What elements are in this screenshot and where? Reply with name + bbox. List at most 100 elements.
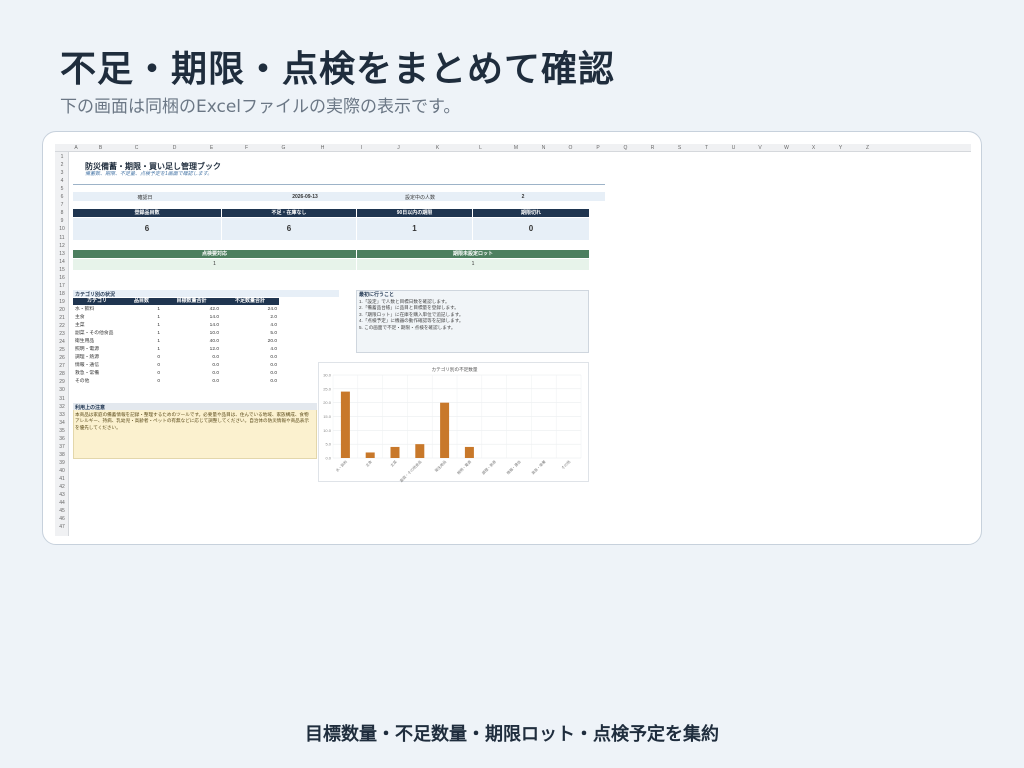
row-header[interactable]: 42 <box>55 484 69 490</box>
category-value-cell[interactable]: 10.0 <box>162 330 219 337</box>
row-header[interactable]: 28 <box>55 371 69 377</box>
column-header-m[interactable]: M <box>502 145 530 151</box>
row-header[interactable]: 38 <box>55 452 69 458</box>
row-header[interactable]: 10 <box>55 226 69 232</box>
column-header-i[interactable]: I <box>342 145 381 151</box>
row-header[interactable]: 15 <box>55 267 69 273</box>
column-header-o[interactable]: O <box>557 145 584 151</box>
row-header[interactable]: 2 <box>55 162 69 168</box>
column-header-b[interactable]: B <box>83 145 118 151</box>
category-value-cell[interactable]: 0.0 <box>162 362 219 369</box>
column-header-f[interactable]: F <box>229 145 264 151</box>
category-value-cell[interactable]: 0.0 <box>162 354 219 361</box>
row-header[interactable]: 25 <box>55 347 69 353</box>
category-value-cell[interactable]: 5.0 <box>221 330 277 337</box>
row-header[interactable]: 30 <box>55 387 69 393</box>
row-header[interactable]: 11 <box>55 235 69 241</box>
row-header[interactable]: 34 <box>55 420 69 426</box>
row-header[interactable]: 46 <box>55 516 69 522</box>
category-name-cell[interactable]: 主食 <box>75 314 121 321</box>
column-header-z[interactable]: Z <box>854 145 881 151</box>
category-value-cell[interactable]: 20.0 <box>221 338 277 345</box>
row-header[interactable]: 36 <box>55 436 69 442</box>
category-value-cell[interactable]: 1 <box>121 306 160 313</box>
column-header-h[interactable]: H <box>303 145 342 151</box>
category-value-cell[interactable]: 0.0 <box>162 370 219 377</box>
column-header-p[interactable]: P <box>584 145 612 151</box>
row-header[interactable]: 1 <box>55 154 69 160</box>
row-header[interactable]: 3 <box>55 170 69 176</box>
category-value-cell[interactable]: 0 <box>121 378 160 385</box>
column-header-t[interactable]: T <box>693 145 720 151</box>
row-header[interactable]: 47 <box>55 524 69 530</box>
row-header[interactable]: 19 <box>55 299 69 305</box>
column-header-x[interactable]: X <box>800 145 827 151</box>
category-value-cell[interactable]: 0.0 <box>221 378 277 385</box>
category-value-cell[interactable]: 1 <box>121 314 160 321</box>
category-value-cell[interactable]: 14.0 <box>162 322 219 329</box>
row-header[interactable]: 27 <box>55 363 69 369</box>
column-header-l[interactable]: L <box>459 145 502 151</box>
row-header[interactable]: 6 <box>55 194 69 200</box>
category-value-cell[interactable]: 0.0 <box>221 370 277 377</box>
row-header[interactable]: 32 <box>55 404 69 410</box>
category-name-cell[interactable]: 調理・熱源 <box>75 354 121 361</box>
row-header[interactable]: 43 <box>55 492 69 498</box>
category-value-cell[interactable]: 24.0 <box>221 306 277 313</box>
category-value-cell[interactable]: 0 <box>121 354 160 361</box>
category-value-cell[interactable]: 1 <box>121 346 160 353</box>
row-header[interactable]: 41 <box>55 476 69 482</box>
row-header[interactable]: 24 <box>55 339 69 345</box>
row-header[interactable]: 4 <box>55 178 69 184</box>
row-header[interactable]: 9 <box>55 218 69 224</box>
row-header[interactable]: 33 <box>55 412 69 418</box>
column-header-n[interactable]: N <box>530 145 557 151</box>
category-value-cell[interactable]: 40.0 <box>162 338 219 345</box>
category-value-cell[interactable]: 1 <box>121 338 160 345</box>
category-value-cell[interactable]: 2.0 <box>221 314 277 321</box>
row-header[interactable]: 37 <box>55 444 69 450</box>
category-name-cell[interactable]: 主菜 <box>75 322 121 329</box>
category-name-cell[interactable]: 情報・通信 <box>75 362 121 369</box>
category-value-cell[interactable]: 42.0 <box>162 306 219 313</box>
column-header-k[interactable]: K <box>416 145 459 151</box>
row-header[interactable]: 8 <box>55 210 69 216</box>
row-header[interactable]: 44 <box>55 500 69 506</box>
row-header[interactable]: 20 <box>55 307 69 313</box>
column-header-g[interactable]: G <box>264 145 303 151</box>
row-header[interactable]: 26 <box>55 355 69 361</box>
column-header-e[interactable]: E <box>194 145 229 151</box>
row-header[interactable]: 17 <box>55 283 69 289</box>
column-header-c[interactable]: C <box>118 145 155 151</box>
category-name-cell[interactable]: 照明・電源 <box>75 346 121 353</box>
category-name-cell[interactable]: 衛生用品 <box>75 338 121 345</box>
row-header[interactable]: 23 <box>55 331 69 337</box>
column-header-y[interactable]: Y <box>827 145 854 151</box>
category-value-cell[interactable]: 1 <box>121 322 160 329</box>
category-value-cell[interactable]: 0.0 <box>221 354 277 361</box>
row-header[interactable]: 14 <box>55 259 69 265</box>
column-header-w[interactable]: W <box>773 145 800 151</box>
row-header[interactable]: 45 <box>55 508 69 514</box>
category-value-cell[interactable]: 1 <box>121 330 160 337</box>
column-header-u[interactable]: U <box>720 145 747 151</box>
category-value-cell[interactable]: 14.0 <box>162 314 219 321</box>
check-date-value[interactable]: 2026-09-13 <box>270 194 340 200</box>
row-header[interactable]: 12 <box>55 243 69 249</box>
category-value-cell[interactable]: 12.0 <box>162 346 219 353</box>
row-header[interactable]: 31 <box>55 396 69 402</box>
row-header[interactable]: 16 <box>55 275 69 281</box>
category-value-cell[interactable]: 4.0 <box>221 346 277 353</box>
column-header-r[interactable]: R <box>639 145 666 151</box>
column-header-v[interactable]: V <box>747 145 773 151</box>
row-header[interactable]: 18 <box>55 291 69 297</box>
column-header-d[interactable]: D <box>155 145 194 151</box>
row-header[interactable]: 13 <box>55 251 69 257</box>
row-header[interactable]: 39 <box>55 460 69 466</box>
column-header-j[interactable]: J <box>381 145 416 151</box>
row-header[interactable]: 35 <box>55 428 69 434</box>
category-name-cell[interactable]: その他 <box>75 378 121 385</box>
category-name-cell[interactable]: 副菜・その他食品 <box>75 330 121 337</box>
category-name-cell[interactable]: 水・飲料 <box>75 306 121 313</box>
row-header[interactable]: 22 <box>55 323 69 329</box>
